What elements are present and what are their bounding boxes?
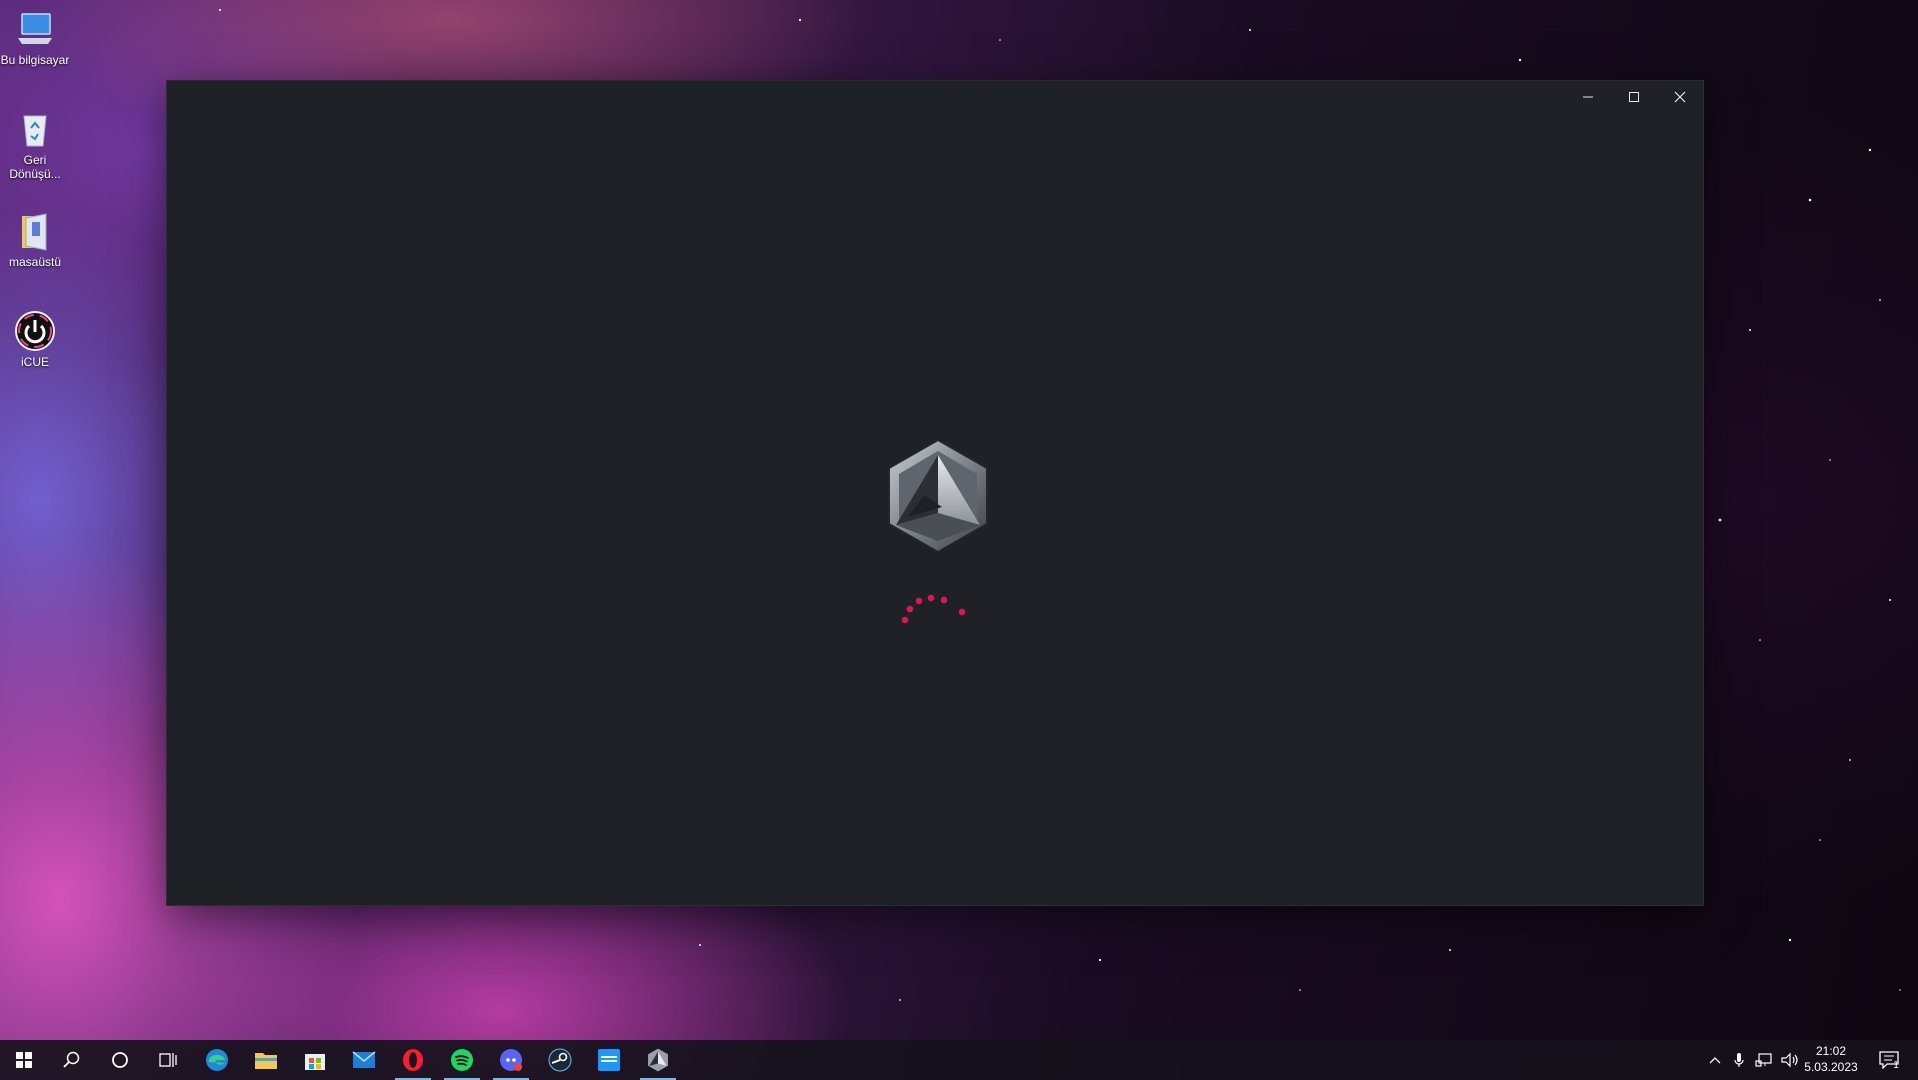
close-icon [1674, 91, 1686, 103]
taskbar-store[interactable] [291, 1040, 339, 1080]
task-view-button[interactable] [144, 1040, 192, 1080]
desktop-icon-recycle-bin[interactable]: Geri Dönüşü... [0, 108, 70, 181]
mail-icon [352, 1051, 376, 1068]
action-center-button[interactable]: 1 [1872, 1040, 1906, 1080]
taskbar-spotify[interactable] [438, 1040, 486, 1080]
minimize-button[interactable] [1565, 81, 1611, 113]
desktop-icon-label: iCUE [20, 355, 49, 369]
prime-video-icon [598, 1049, 620, 1071]
discord-icon [500, 1049, 522, 1071]
desktop-icon-label: masaüstü [8, 255, 62, 269]
icue-icon [14, 310, 56, 352]
minimize-icon [1583, 96, 1593, 98]
hexagon-logo-icon [888, 438, 988, 554]
desktop-icon-folder[interactable]: masaüstü [0, 210, 70, 269]
edge-icon [206, 1049, 228, 1071]
windows-start-icon [16, 1052, 32, 1068]
search-button[interactable] [48, 1040, 96, 1080]
tray-overflow-button[interactable] [1704, 1040, 1726, 1080]
network-icon [1755, 1053, 1772, 1067]
desktop-icon-label: Geri Dönüşü... [9, 153, 61, 181]
spotify-icon [451, 1049, 473, 1071]
desktop-icon-this-pc[interactable]: Bu bilgisayar [0, 8, 70, 67]
desktop-icon-icue[interactable]: iCUE [0, 310, 70, 369]
taskbar-steam[interactable] [536, 1040, 584, 1080]
clock-time: 21:02 [1815, 1044, 1847, 1058]
recycle-bin-icon [14, 108, 56, 150]
clock-date: 5.03.2023 [1804, 1060, 1858, 1074]
store-icon [305, 1054, 325, 1070]
taskbar-prime-video[interactable] [585, 1040, 633, 1080]
maximize-button[interactable] [1611, 81, 1657, 113]
chevron-up-icon [1709, 1057, 1721, 1064]
taskbar-discord[interactable] [487, 1040, 535, 1080]
this-pc-icon [14, 8, 56, 50]
tray-network[interactable] [1752, 1040, 1776, 1080]
taskbar-opera[interactable] [389, 1040, 437, 1080]
taskbar-mail[interactable] [340, 1040, 388, 1080]
microphone-icon [1734, 1053, 1744, 1067]
start-button[interactable] [0, 1040, 48, 1080]
app-loading-window [167, 81, 1703, 905]
maximize-icon [1629, 92, 1639, 102]
notification-count: 1 [1893, 1059, 1899, 1071]
taskbar-edge[interactable] [193, 1040, 241, 1080]
tray-microphone[interactable] [1728, 1040, 1750, 1080]
folder-icon [255, 1053, 277, 1069]
cortana-button[interactable] [96, 1040, 144, 1080]
taskbar-file-explorer[interactable] [242, 1040, 290, 1080]
loading-spinner [901, 594, 966, 624]
taskbar: 21:02 5.03.2023 1 [0, 1040, 1918, 1080]
taskbar-clock[interactable]: 21:02 5.03.2023 [1796, 1043, 1866, 1075]
search-icon [63, 1051, 80, 1068]
desktop-icon-label: Bu bilgisayar [0, 53, 70, 67]
close-button[interactable] [1657, 81, 1703, 113]
opera-icon [403, 1049, 423, 1071]
cortana-icon [112, 1052, 128, 1068]
app-logo [884, 437, 992, 555]
hexagon-logo-icon [648, 1048, 668, 1072]
taskbar-app-loader[interactable] [634, 1040, 682, 1080]
task-view-icon [159, 1053, 177, 1067]
steam-icon [548, 1048, 572, 1072]
folder-icon [14, 210, 56, 252]
